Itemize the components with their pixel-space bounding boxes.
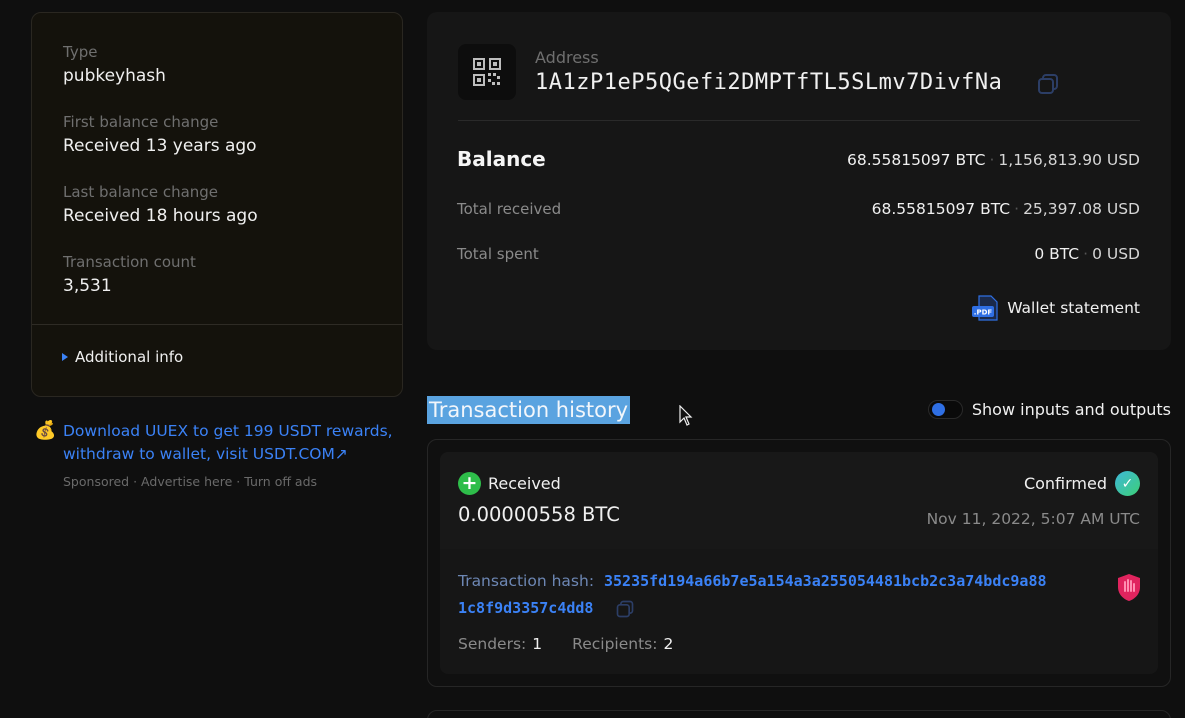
balance-value: 68.55815097 BTC · 1,156,813.90 USD (846, 151, 1140, 169)
show-inputs-outputs-toggle[interactable]: Show inputs and outputs (927, 400, 1171, 419)
total-spent-btc: 0 BTC (1034, 245, 1080, 263)
total-received-btc: 68.55815097 BTC (871, 200, 1011, 218)
transaction-summary: + Received 0.00000558 BTC Confirmed ✓ No… (440, 452, 1158, 549)
turn-off-ads-link[interactable]: Turn off ads (244, 474, 317, 489)
toggle-label: Show inputs and outputs (971, 400, 1171, 419)
balance-btc: 68.55815097 BTC (846, 151, 986, 169)
senders-label: Senders: (458, 635, 527, 653)
check-circle-icon: ✓ (1115, 471, 1140, 496)
copy-icon[interactable] (1036, 72, 1060, 96)
status-label: Confirmed (1023, 474, 1107, 493)
last-change-label: Last balance change (63, 183, 219, 201)
total-received-usd: 25,397.08 USD (1023, 200, 1140, 218)
address-value: 1A1zP1eP5QGefi2DMPTfTL5SLmv7DivfNa (535, 70, 1003, 95)
transaction-history-title: Transaction history (427, 396, 631, 424)
total-spent-value: 0 BTC · 0 USD (1034, 245, 1140, 263)
money-bag-icon: 💰 (34, 420, 57, 441)
received-indicator: + Received (458, 472, 561, 495)
first-balance-change-field: First balance change Received 13 years a… (63, 113, 257, 156)
senders-value: 1 (532, 635, 543, 653)
type-label: Type (63, 43, 98, 61)
transaction-hash-link[interactable]: 35235fd194a66b7e5a154a3a255054481bcb2c3a… (604, 572, 1047, 590)
toggle-switch[interactable] (927, 400, 963, 419)
divider (32, 324, 402, 325)
plus-circle-icon: + (458, 472, 481, 495)
transaction-item[interactable]: + Received 0.00000558 BTC Confirmed ✓ No… (440, 452, 1158, 674)
address-card: Address 1A1zP1eP5QGefi2DMPTfTL5SLmv7Divf… (427, 12, 1171, 350)
mouse-cursor-icon (679, 405, 693, 426)
last-balance-change-field: Last balance change Received 18 hours ag… (63, 183, 258, 226)
total-spent-usd: 0 USD (1092, 245, 1140, 263)
total-received-label: Total received (457, 200, 562, 218)
last-change-value: Received 18 hours ago (63, 206, 258, 226)
address-info-card: Type pubkeyhash First balance change Rec… (31, 12, 403, 397)
tx-count-label: Transaction count (63, 253, 196, 271)
recipients-value: 2 (663, 635, 674, 653)
first-change-value: Received 13 years ago (63, 136, 257, 156)
type-field: Type pubkeyhash (63, 43, 166, 86)
confirmed-status: Confirmed ✓ (1024, 471, 1140, 496)
separator: · (133, 474, 138, 489)
qr-code-button[interactable] (458, 44, 516, 100)
additional-info-toggle[interactable]: Additional info (62, 348, 183, 366)
senders-count: Senders: 1 (458, 635, 542, 653)
ad-meta: Sponsored · Advertise here · Turn off ad… (63, 474, 317, 489)
wallet-statement-button[interactable]: .PDF Wallet statement (971, 295, 1140, 321)
tx-count-value: 3,531 (63, 276, 112, 296)
pdf-icon: .PDF (972, 295, 998, 321)
transaction-counts: Senders: 1 Recipients: 2 (458, 635, 673, 653)
triangle-right-icon (62, 353, 68, 361)
transaction-hash-link-continued[interactable]: 1c8f9d3357c4dd8 (458, 599, 593, 617)
direction-label: Received (488, 474, 561, 493)
hand-shield-icon[interactable] (1116, 572, 1142, 602)
total-received-value: 68.55815097 BTC · 25,397.08 USD (871, 200, 1140, 218)
balance-usd: 1,156,813.90 USD (998, 151, 1140, 169)
copy-icon[interactable] (615, 599, 635, 619)
toggle-knob (931, 403, 945, 416)
transaction-date: Nov 11, 2022, 5:07 AM UTC (926, 510, 1140, 528)
separator: · (236, 474, 241, 489)
recipients-count: Recipients: 2 (572, 635, 673, 653)
hash-label: Transaction hash: (458, 572, 595, 590)
sponsored-label: Sponsored (63, 474, 130, 489)
qr-code-icon (473, 58, 501, 86)
transaction-count-field: Transaction count 3,531 (63, 253, 196, 296)
divider (458, 120, 1140, 121)
pdf-label: .PDF (974, 309, 993, 317)
address-label: Address (535, 48, 599, 67)
recipients-label: Recipients: (572, 635, 658, 653)
advertise-here-link[interactable]: Advertise here (141, 474, 232, 489)
ad-link[interactable]: Download UUEX to get 199 USDT rewards, w… (63, 420, 393, 466)
wallet-statement-label: Wallet statement (1007, 299, 1140, 317)
type-value: pubkeyhash (63, 66, 166, 86)
transaction-amount: 0.00000558 BTC (458, 503, 620, 526)
total-spent-label: Total spent (457, 245, 539, 263)
first-change-label: First balance change (63, 113, 219, 131)
additional-info-label: Additional info (75, 348, 184, 366)
balance-title: Balance (457, 147, 546, 171)
transaction-card: + Received 0.00000558 BTC Confirmed ✓ No… (427, 439, 1171, 687)
next-transaction-card (427, 710, 1171, 718)
